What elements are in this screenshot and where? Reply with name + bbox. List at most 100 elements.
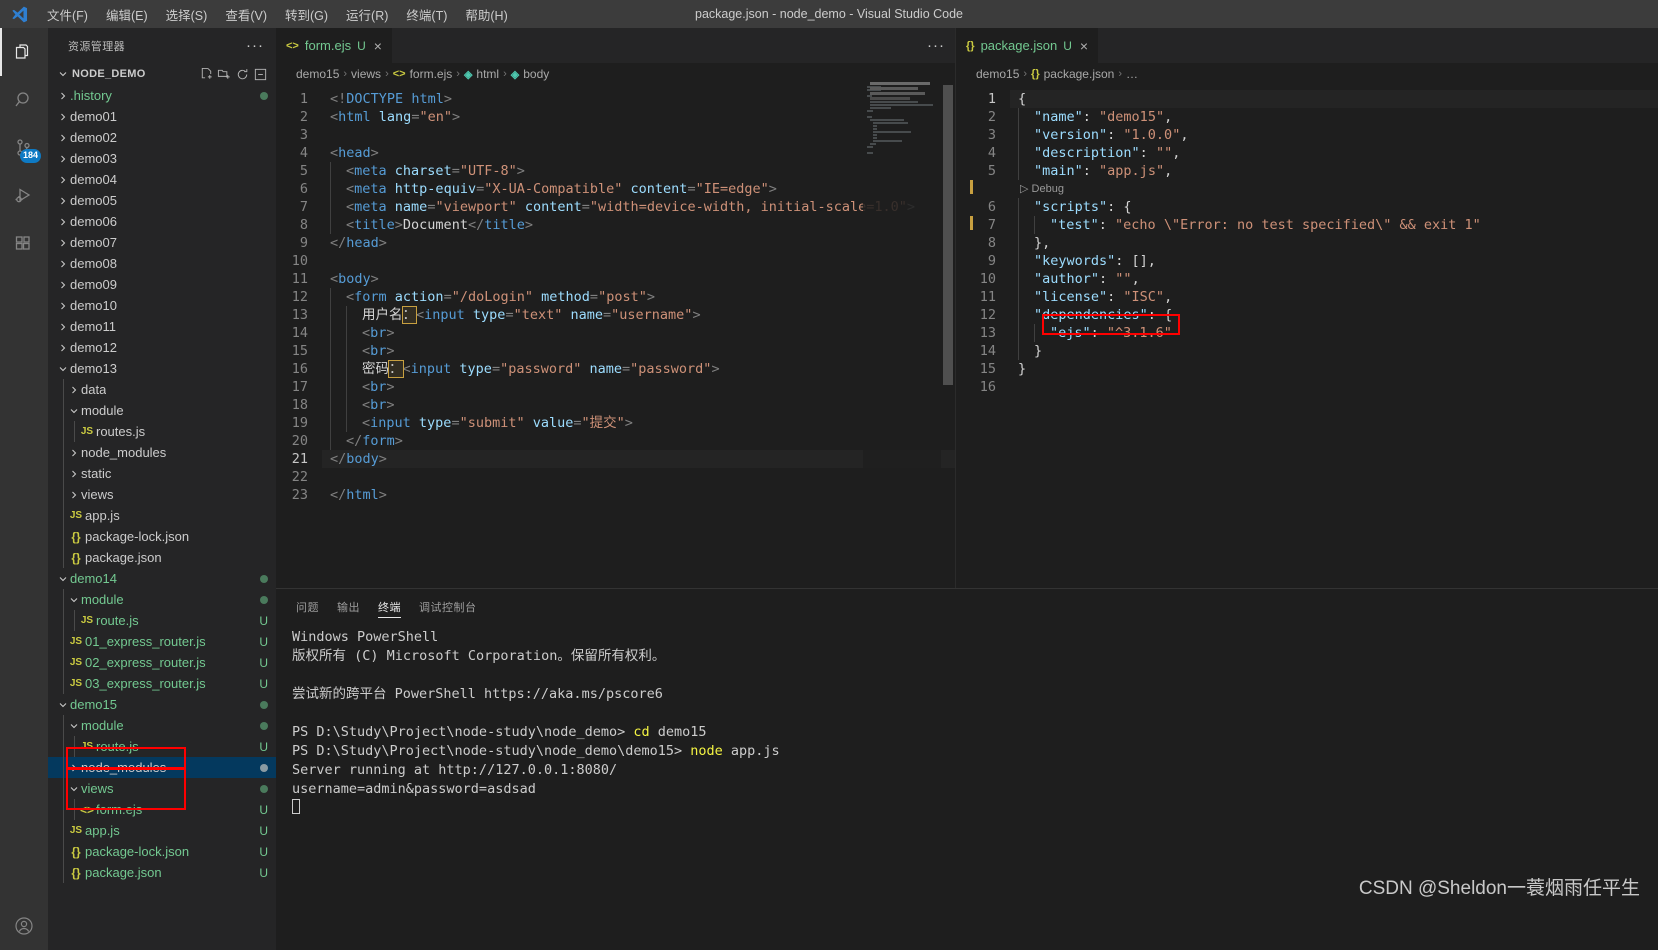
activity-extensions[interactable]: [0, 220, 48, 268]
menu-selection[interactable]: 选择(S): [157, 0, 217, 28]
code-line[interactable]: <br>: [322, 396, 955, 414]
chevron-right-icon[interactable]: [56, 153, 70, 165]
code-line[interactable]: <br>: [322, 378, 955, 396]
code-line[interactable]: "ejs": "^3.1.6": [1010, 324, 1658, 342]
tree-folder-row[interactable]: demo04: [48, 169, 276, 190]
chevron-right-icon[interactable]: [67, 447, 81, 459]
menu-view[interactable]: 查看(V): [216, 0, 276, 28]
code-line[interactable]: "license": "ISC",: [1010, 288, 1658, 306]
tree-folder-row[interactable]: demo10: [48, 295, 276, 316]
breadcrumb-right[interactable]: demo15 › {} package.json › …: [956, 63, 1658, 85]
chevron-right-icon[interactable]: [56, 195, 70, 207]
chevron-right-icon[interactable]: [56, 174, 70, 186]
tree-file-row[interactable]: JS routes.js: [48, 421, 276, 442]
tree-folder-row[interactable]: demo08: [48, 253, 276, 274]
chevron-right-icon[interactable]: [56, 279, 70, 291]
code-editor-left[interactable]: 1 2 3 4 5 6 7 8 9 10 11 12 13 14 15 16 17 18 19 20 21 22 23 <!…: [276, 85, 955, 588]
tree-file-row[interactable]: JS route.js U: [48, 736, 276, 757]
refresh-icon[interactable]: [235, 67, 250, 82]
tree-folder-row[interactable]: demo02: [48, 127, 276, 148]
editor-scrollbar-left[interactable]: [941, 85, 955, 588]
tree-folder-row[interactable]: .history: [48, 85, 276, 106]
activity-accounts[interactable]: [0, 902, 48, 950]
tree-file-row[interactable]: JS 01_express_router.js U: [48, 631, 276, 652]
tree-file-row[interactable]: JS app.js: [48, 505, 276, 526]
menu-terminal[interactable]: 终端(T): [397, 0, 456, 28]
activity-search[interactable]: [0, 76, 48, 124]
tree-folder-row[interactable]: demo12: [48, 337, 276, 358]
code-line[interactable]: 密码：<input type="password" name="password…: [322, 360, 955, 378]
code-line[interactable]: 用户名：<input type="text" name="username">: [322, 306, 955, 324]
code-editor-right[interactable]: 12345 6 7 8 9 10 11 12 13 14 15 16 {"name": "demo1…: [956, 85, 1658, 588]
tree-file-row[interactable]: {} package.json: [48, 547, 276, 568]
code-line[interactable]: }: [1010, 342, 1658, 360]
code-line[interactable]: </form>: [322, 432, 955, 450]
tree-folder-row[interactable]: data: [48, 379, 276, 400]
code-line[interactable]: }: [1010, 360, 1658, 378]
code-line[interactable]: <meta charset="UTF-8">: [322, 162, 955, 180]
chevron-down-icon[interactable]: [56, 363, 70, 375]
code-line[interactable]: <html lang="en">: [322, 108, 955, 126]
chevron-right-icon[interactable]: [56, 342, 70, 354]
tree-folder-row[interactable]: views: [48, 484, 276, 505]
tree-folder-row[interactable]: demo06: [48, 211, 276, 232]
tab-problems[interactable]: 问题: [296, 589, 319, 624]
tree-folder-row[interactable]: node_modules: [48, 757, 276, 778]
terminal-output[interactable]: Windows PowerShell 版权所有 (C) Microsoft Cor…: [276, 624, 1658, 950]
code-content-right[interactable]: {"name": "demo15", "version": "1.0.0", "de…: [1010, 85, 1658, 588]
code-line[interactable]: <body>: [322, 270, 955, 288]
code-line[interactable]: </head>: [322, 234, 955, 252]
code-line[interactable]: <input type="submit" value="提交">: [322, 414, 955, 432]
codelens-debug[interactable]: ▷ Debug: [1010, 180, 1658, 198]
code-line[interactable]: <meta http-equiv="X-UA-Compatible" conte…: [322, 180, 955, 198]
code-line[interactable]: "name": "demo15",: [1010, 108, 1658, 126]
chevron-right-icon[interactable]: [67, 384, 81, 396]
menu-edit[interactable]: 编辑(E): [97, 0, 157, 28]
tree-file-row[interactable]: {} package-lock.json U: [48, 841, 276, 862]
menu-file[interactable]: 文件(F): [38, 0, 97, 28]
breadcrumb-item-views[interactable]: views: [351, 67, 381, 81]
explorer-root-section[interactable]: NODE_DEMO: [48, 63, 276, 85]
code-line[interactable]: [322, 126, 955, 144]
breadcrumb-left[interactable]: demo15 › views › <> form.ejs › ◈ html › ◈ b…: [276, 63, 955, 85]
chevron-right-icon[interactable]: [56, 300, 70, 312]
tree-folder-row[interactable]: module: [48, 589, 276, 610]
chevron-right-icon[interactable]: [67, 762, 81, 774]
new-file-icon[interactable]: [199, 67, 214, 82]
code-line[interactable]: "author": "",: [1010, 270, 1658, 288]
code-line[interactable]: "main": "app.js",: [1010, 162, 1658, 180]
chevron-down-icon[interactable]: [67, 405, 81, 417]
breadcrumb-item-more[interactable]: …: [1126, 67, 1138, 81]
activity-run-debug[interactable]: [0, 172, 48, 220]
code-line[interactable]: [1010, 378, 1658, 396]
code-line[interactable]: "version": "1.0.0",: [1010, 126, 1658, 144]
tree-folder-row[interactable]: views: [48, 778, 276, 799]
tab-debug-console[interactable]: 调试控制台: [419, 589, 477, 624]
code-line[interactable]: </html>: [322, 486, 955, 504]
tree-folder-row[interactable]: demo01: [48, 106, 276, 127]
activity-explorer[interactable]: [0, 28, 48, 76]
chevron-down-icon[interactable]: [56, 573, 70, 585]
tree-folder-row[interactable]: demo07: [48, 232, 276, 253]
tree-file-row[interactable]: JS 03_express_router.js U: [48, 673, 276, 694]
tree-file-row[interactable]: <> form.ejs U: [48, 799, 276, 820]
code-line[interactable]: "test": "echo \"Error: no test specified…: [1010, 216, 1658, 234]
tree-folder-row[interactable]: module: [48, 715, 276, 736]
chevron-right-icon[interactable]: [67, 489, 81, 501]
chevron-down-icon[interactable]: [67, 720, 81, 732]
tab-output[interactable]: 输出: [337, 589, 360, 624]
chevron-right-icon[interactable]: [56, 111, 70, 123]
breadcrumb-item-body[interactable]: ◈ body: [511, 67, 550, 81]
new-folder-icon[interactable]: [217, 67, 232, 82]
code-line[interactable]: "dependencies": {: [1010, 306, 1658, 324]
code-line[interactable]: <br>: [322, 342, 955, 360]
activity-source-control[interactable]: 184: [0, 124, 48, 172]
breadcrumb-item-demo15[interactable]: demo15: [976, 67, 1019, 81]
tree-file-row[interactable]: {} package.json U: [48, 862, 276, 883]
tab-form-ejs[interactable]: <> form.ejs U ×: [276, 28, 393, 63]
menu-bar[interactable]: 文件(F) 编辑(E) 选择(S) 查看(V) 转到(G) 运行(R) 终端(T…: [38, 0, 517, 28]
chevron-right-icon[interactable]: [56, 237, 70, 249]
tree-folder-row[interactable]: demo05: [48, 190, 276, 211]
menu-go[interactable]: 转到(G): [276, 0, 337, 28]
editor-more-actions-left[interactable]: ···: [917, 28, 955, 63]
